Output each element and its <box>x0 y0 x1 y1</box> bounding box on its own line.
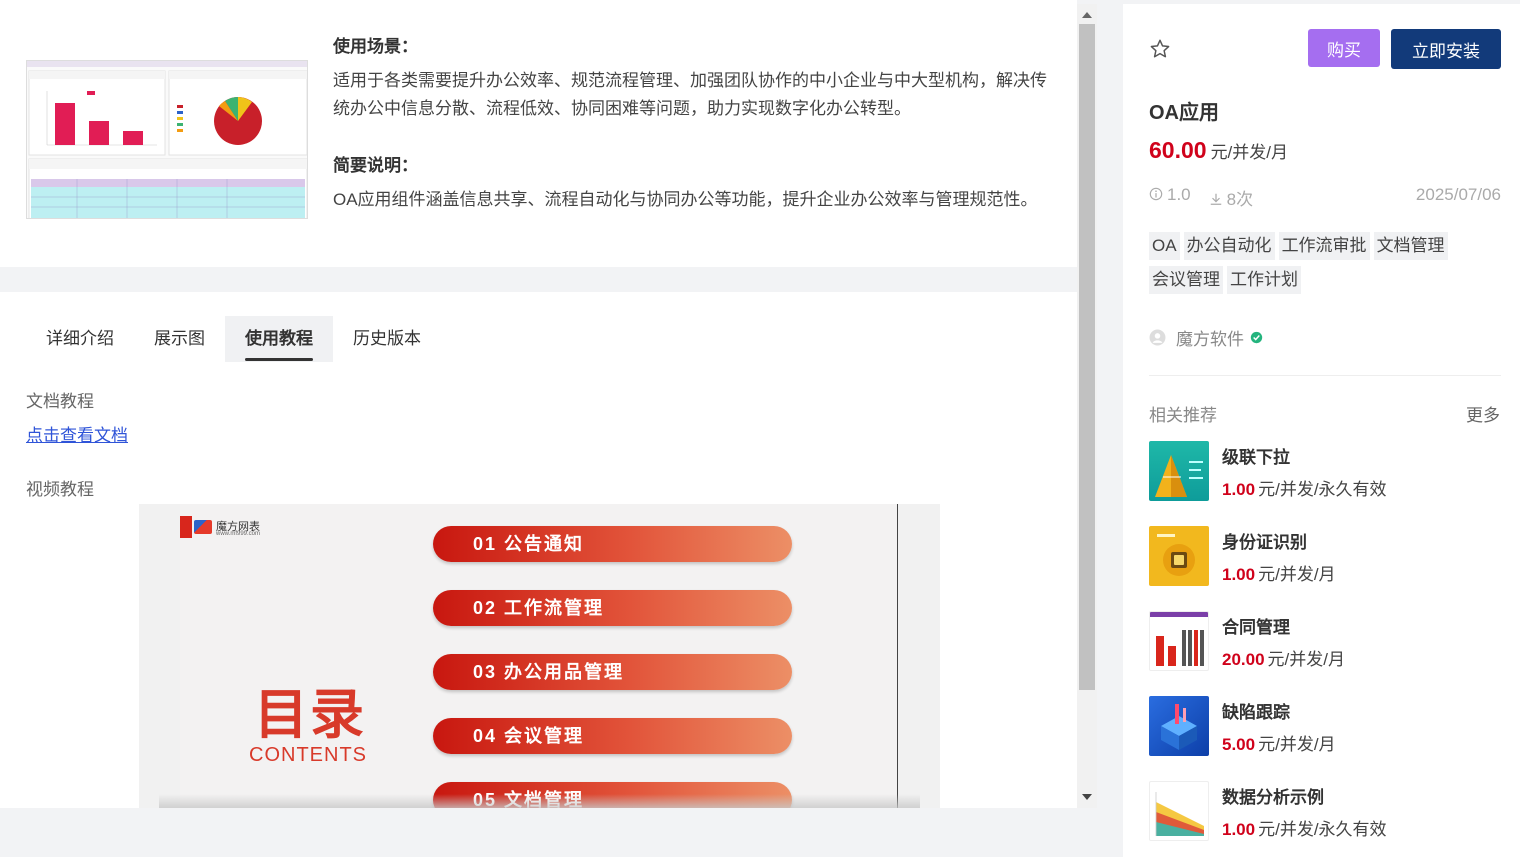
price-value: 60.00 <box>1149 137 1207 163</box>
related-item-price: 1.00 元/并发/永久有效 <box>1222 475 1387 500</box>
price-unit: 元/并发/月 <box>1210 143 1289 162</box>
related-item-name: 数据分析示例 <box>1222 788 1324 807</box>
related-item-thumbnail <box>1149 781 1209 841</box>
divider <box>1149 375 1501 376</box>
contract-chart-image <box>1150 612 1208 666</box>
related-price-unit: 元/并发/月 <box>1258 735 1336 754</box>
favorite-star-icon[interactable] <box>1149 38 1171 60</box>
related-item[interactable]: 数据分析示例 1.00 元/并发/永久有效 <box>1149 781 1501 841</box>
app-meta: 1.0 8次 2025/07/06 <box>1149 185 1501 210</box>
related-item-price: 1.00 元/并发/永久有效 <box>1222 815 1387 840</box>
app-title: OA应用 <box>1149 102 1219 124</box>
video-slide: 魔方网表 www.mf999.com 目录 CONTENTS 01 公告通知 0… <box>180 504 898 808</box>
dashboard-preview-image <box>27 61 307 218</box>
tag[interactable]: 工作流审批 <box>1278 232 1370 260</box>
id-chip-image <box>1157 534 1195 576</box>
slide-item: 04 会议管理 <box>433 718 792 754</box>
logo-bar <box>180 516 192 538</box>
slide-subtitle: CONTENTS <box>249 744 367 766</box>
scene-title: 使用场景： <box>333 37 418 56</box>
buy-button[interactable]: 购买 <box>1308 29 1380 67</box>
scroll-down-icon[interactable] <box>1082 794 1092 800</box>
related-price-value: 1.00 <box>1222 480 1256 499</box>
download-info: 8次 <box>1209 185 1253 210</box>
video-controls-shadow <box>159 794 920 808</box>
logo-icon <box>194 520 212 534</box>
related-item-thumbnail <box>1149 441 1209 501</box>
download-count: 8次 <box>1226 190 1254 209</box>
related-price-unit: 元/并发/月 <box>1267 650 1345 669</box>
section-divider <box>0 267 1077 292</box>
data-analysis-image <box>1155 792 1204 836</box>
related-price-value: 20.00 <box>1222 650 1265 669</box>
related-item[interactable]: 合同管理 20.00 元/并发/月 <box>1149 611 1501 671</box>
detail-tabs: 详细介绍 展示图 使用教程 历史版本 <box>26 316 441 362</box>
vendor-info[interactable]: 魔方软件 <box>1149 325 1263 350</box>
related-item[interactable]: 级联下拉 1.00 元/并发/永久有效 <box>1149 441 1501 501</box>
related-item-thumbnail <box>1149 526 1209 586</box>
view-doc-link[interactable]: 点击查看文档 <box>26 421 128 446</box>
tag-list: OA 办公自动化 工作流审批 文档管理 会议管理 工作计划 <box>1149 232 1489 294</box>
slide-item: 02 工作流管理 <box>433 590 792 626</box>
tag[interactable]: 工作计划 <box>1227 266 1301 294</box>
vendor-name: 魔方软件 <box>1176 330 1244 349</box>
tab-tutorial[interactable]: 使用教程 <box>225 316 333 362</box>
related-item-name: 级联下拉 <box>1222 448 1290 467</box>
related-more-link[interactable]: 更多 <box>1466 401 1500 426</box>
video-tutorial-label: 视频教程 <box>26 480 94 499</box>
user-avatar-icon <box>1149 329 1166 346</box>
related-price-value: 1.00 <box>1222 565 1256 584</box>
slide-item: 03 办公用品管理 <box>433 654 792 690</box>
main-scrollbar[interactable] <box>1077 4 1097 808</box>
related-title: 相关推荐 <box>1149 406 1217 425</box>
related-item-thumbnail <box>1149 696 1209 756</box>
install-button[interactable]: 立即安装 <box>1391 29 1501 69</box>
video-player[interactable]: 魔方网表 www.mf999.com 目录 CONTENTS 01 公告通知 0… <box>139 504 940 808</box>
download-icon <box>1210 193 1221 205</box>
version-value: 1.0 <box>1167 185 1191 204</box>
version-info: 1.0 <box>1149 185 1191 210</box>
related-price-value: 1.00 <box>1222 820 1256 839</box>
related-price-value: 5.00 <box>1222 735 1256 754</box>
brief-text: OA应用组件涵盖信息共享、流程自动化与协同办公等功能，提升企业办公效率与管理规范… <box>333 190 1038 209</box>
tab-screenshots[interactable]: 展示图 <box>134 316 225 362</box>
pyramid-image <box>1155 455 1203 497</box>
app-summary-card: 使用场景： 适用于各类需要提升办公效率、规范流程管理、加强团队协作的中小企业与中… <box>0 4 1077 267</box>
app-description: 使用场景： 适用于各类需要提升办公效率、规范流程管理、加强团队协作的中小企业与中… <box>333 32 1058 214</box>
related-item[interactable]: 缺陷跟踪 5.00 元/并发/月 <box>1149 696 1501 756</box>
related-price-unit: 元/并发/月 <box>1258 565 1336 584</box>
verified-badge-icon <box>1250 331 1263 344</box>
related-item-name: 身份证识别 <box>1222 533 1307 552</box>
doc-tutorial-label: 文档教程 <box>26 392 94 411</box>
related-item-price: 1.00 元/并发/月 <box>1222 560 1336 585</box>
tab-history[interactable]: 历史版本 <box>333 316 441 362</box>
slide-item: 01 公告通知 <box>433 526 792 562</box>
app-screenshot-thumbnail[interactable] <box>26 60 308 219</box>
app-price: 60.00 元/并发/月 <box>1149 137 1288 164</box>
related-item-name: 缺陷跟踪 <box>1222 703 1290 722</box>
related-item-price: 20.00 元/并发/月 <box>1222 645 1345 670</box>
brief-title: 简要说明： <box>333 156 418 175</box>
scroll-thumb[interactable] <box>1079 24 1095 690</box>
tag[interactable]: 会议管理 <box>1149 266 1223 294</box>
related-price-unit: 元/并发/永久有效 <box>1258 820 1387 839</box>
main-content: 使用场景： 适用于各类需要提升办公效率、规范流程管理、加强团队协作的中小企业与中… <box>0 0 1077 808</box>
bug-tracking-image <box>1161 704 1197 750</box>
related-item-price: 5.00 元/并发/月 <box>1222 730 1336 755</box>
tag[interactable]: OA <box>1149 232 1180 260</box>
related-item[interactable]: 身份证识别 1.00 元/并发/月 <box>1149 526 1501 586</box>
info-icon <box>1149 187 1163 201</box>
slide-title: 目录 <box>254 685 366 745</box>
slide-logo-sub: www.mf999.com <box>216 531 261 537</box>
related-price-unit: 元/并发/永久有效 <box>1258 480 1387 499</box>
scroll-up-icon[interactable] <box>1082 12 1092 18</box>
related-item-name: 合同管理 <box>1222 618 1290 637</box>
publish-date: 2025/07/06 <box>1415 185 1501 204</box>
tag[interactable]: 办公自动化 <box>1183 232 1275 260</box>
purchase-panel: 购买 立即安装 OA应用 60.00 元/并发/月 1.0 8次 2025/07/… <box>1123 4 1520 857</box>
tab-detail-intro[interactable]: 详细介绍 <box>26 316 134 362</box>
related-item-thumbnail <box>1149 611 1209 671</box>
scene-text: 适用于各类需要提升办公效率、规范流程管理、加强团队协作的中小企业与中大型机构，解… <box>333 71 1047 118</box>
tag[interactable]: 文档管理 <box>1373 232 1448 260</box>
